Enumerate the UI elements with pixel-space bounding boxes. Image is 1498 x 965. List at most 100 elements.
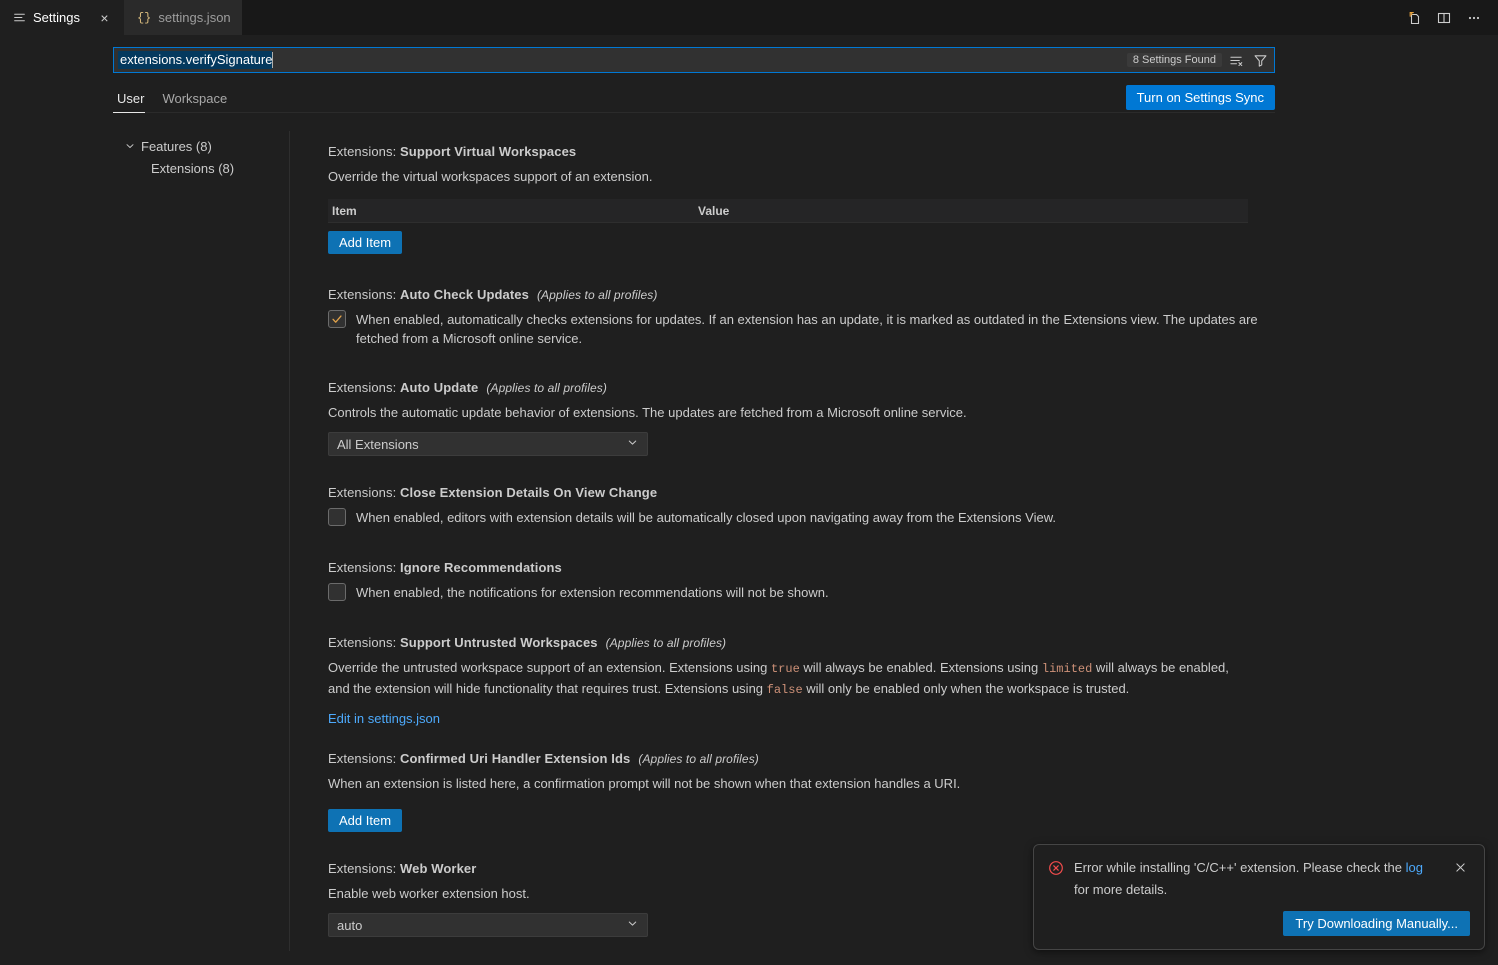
column-header-value: Value <box>698 203 730 218</box>
setting-confirmed-uri-handler-extension-ids: Extensions: Confirmed Uri Handler Extens… <box>298 751 1480 832</box>
setting-name: Ignore Recommendations <box>400 560 562 575</box>
notification-message: Error while installing 'C/C++' extension… <box>1074 857 1440 901</box>
settings-list[interactable]: Extensions: Support Virtual Workspaces O… <box>298 131 1480 965</box>
add-item-button[interactable]: Add Item <box>328 809 403 832</box>
turn-on-settings-sync-button[interactable]: Turn on Settings Sync <box>1125 85 1275 110</box>
setting-title: Extensions: Support Virtual Workspaces <box>328 144 1480 159</box>
setting-ignore-recommendations: Extensions: Ignore Recommendations When … <box>298 560 1480 602</box>
log-link[interactable]: log <box>1406 860 1423 875</box>
setting-description: Override the virtual workspaces support … <box>328 169 653 184</box>
description-text: Override the untrusted workspace support… <box>328 660 771 675</box>
error-icon <box>1048 860 1064 881</box>
chevron-down-icon[interactable] <box>123 139 137 153</box>
toc-item-label: Extensions (8) <box>151 160 235 176</box>
close-icon[interactable] <box>1450 857 1470 877</box>
setting-name: Auto Check Updates <box>400 287 529 302</box>
notification-message-row: Error while installing 'C/C++' extension… <box>1048 857 1470 901</box>
tab-label: Settings <box>33 10 80 25</box>
toc-item-label: Features (8) <box>141 138 212 154</box>
search-input-value: extensions.verifySignature <box>118 51 273 69</box>
tab-label: settings.json <box>158 10 231 25</box>
toc-item-extensions[interactable]: Extensions (8) <box>113 157 289 179</box>
setting-name: Support Virtual Workspaces <box>400 144 577 159</box>
setting-category: Extensions: <box>328 485 401 500</box>
edit-in-settings-json-link[interactable]: Edit in settings.json <box>328 711 440 726</box>
try-downloading-manually-button[interactable]: Try Downloading Manually... <box>1283 911 1470 936</box>
checkbox-label: When enabled, editors with extension det… <box>356 510 1056 525</box>
settings-search-row: extensions.verifySignature 8 Settings Fo… <box>113 47 1275 73</box>
setting-profile-note: (Applies to all profiles) <box>486 381 607 395</box>
setting-name: Web Worker <box>400 861 477 876</box>
checkbox-label: When enabled, the notifications for exte… <box>356 585 829 600</box>
add-item-button[interactable]: Add Item <box>328 231 403 254</box>
toc-item-features[interactable]: Features (8) <box>113 135 289 157</box>
auto-update-select[interactable]: All Extensions <box>328 432 648 456</box>
setting-profile-note: (Applies to all profiles) <box>638 752 759 766</box>
notification-actions: Try Downloading Manually... <box>1048 911 1470 936</box>
column-header-item: Item <box>332 203 357 218</box>
editor-tab-bar: Settings × {} settings.json <box>0 0 1498 35</box>
setting-close-extension-details-on-view-change: Extensions: Close Extension Details On V… <box>298 485 1480 527</box>
tab-workspace[interactable]: Workspace <box>153 91 236 112</box>
inline-code: true <box>770 662 800 676</box>
notification-text: for more details. <box>1074 882 1168 897</box>
open-settings-json-icon[interactable] <box>1401 5 1427 31</box>
setting-checkbox-row[interactable]: When enabled, editors with extension det… <box>328 508 1480 527</box>
chevron-down-icon <box>626 917 639 933</box>
setting-description: When an extension is listed here, a conf… <box>328 776 961 791</box>
setting-name: Close Extension Details On View Change <box>400 485 658 500</box>
checkbox-label: When enabled, automatically checks exten… <box>356 312 1258 346</box>
editor-actions <box>1401 0 1498 35</box>
tab-user[interactable]: User <box>113 91 153 113</box>
setting-title: Extensions: Ignore Recommendations <box>328 560 1480 575</box>
setting-checkbox-row[interactable]: When enabled, the notifications for exte… <box>328 583 1480 602</box>
inline-code: false <box>766 683 803 697</box>
setting-title: Extensions: Confirmed Uri Handler Extens… <box>328 751 1480 766</box>
setting-category: Extensions: <box>328 144 401 159</box>
setting-category: Extensions: <box>328 380 401 395</box>
search-input[interactable]: extensions.verifySignature 8 Settings Fo… <box>113 47 1275 73</box>
split-editor-icon[interactable] <box>1431 5 1457 31</box>
description-text: will always be enabled. Extensions using <box>799 660 1042 675</box>
tab-settings[interactable]: Settings × <box>0 0 124 35</box>
setting-category: Extensions: <box>328 635 401 650</box>
description-text: will only be enabled only when the works… <box>802 681 1130 696</box>
clear-settings-search-icon[interactable] <box>1226 50 1246 70</box>
notification-toast: Error while installing 'C/C++' extension… <box>1033 844 1485 950</box>
filter-settings-icon[interactable] <box>1250 50 1270 70</box>
setting-description: Controls the automatic update behavior o… <box>328 405 967 420</box>
setting-category: Extensions: <box>328 861 401 876</box>
notification-text: Error while installing 'C/C++' extension… <box>1074 860 1406 875</box>
setting-auto-check-updates: Extensions: Auto Check Updates (Applies t… <box>298 287 1480 348</box>
setting-title: Extensions: Auto Check Updates (Applies t… <box>328 287 1480 302</box>
setting-title: Extensions: Support Untrusted Workspaces… <box>328 635 1480 650</box>
checkbox-unchecked-icon[interactable] <box>328 583 346 601</box>
setting-description: Override the untrusted workspace support… <box>328 658 1248 700</box>
settings-editor: extensions.verifySignature 8 Settings Fo… <box>0 35 1498 965</box>
object-table-header: Item Value <box>328 199 1248 223</box>
checkbox-unchecked-icon[interactable] <box>328 508 346 526</box>
setting-auto-update: Extensions: Auto Update (Applies to all p… <box>298 380 1480 456</box>
settings-toc: Features (8) Extensions (8) <box>113 131 290 951</box>
checkbox-checked-icon[interactable] <box>328 310 346 328</box>
setting-support-untrusted-workspaces: Extensions: Support Untrusted Workspaces… <box>298 635 1480 728</box>
results-count-badge: 8 Settings Found <box>1126 53 1222 67</box>
setting-name: Auto Update <box>400 380 479 395</box>
setting-checkbox-row[interactable]: When enabled, automatically checks exten… <box>328 310 1480 348</box>
inline-code: limited <box>1041 662 1093 676</box>
setting-name: Support Untrusted Workspaces <box>400 635 598 650</box>
json-braces-icon: {} <box>136 10 152 25</box>
setting-title: Extensions: Close Extension Details On V… <box>328 485 1480 500</box>
tab-settings-json[interactable]: {} settings.json <box>123 0 242 35</box>
web-worker-select[interactable]: auto <box>328 913 648 937</box>
settings-hamburger-icon <box>13 11 26 24</box>
setting-profile-note: (Applies to all profiles) <box>605 636 727 650</box>
search-controls: 8 Settings Found <box>1126 50 1274 70</box>
setting-category: Extensions: <box>328 560 401 575</box>
close-icon[interactable]: × <box>96 9 113 26</box>
settings-scope-tabs: User Workspace <box>113 85 1275 113</box>
more-actions-icon[interactable] <box>1461 5 1487 31</box>
chevron-down-icon <box>626 436 639 452</box>
setting-category: Extensions: <box>328 287 401 302</box>
setting-title: Extensions: Auto Update (Applies to all p… <box>328 380 1480 395</box>
